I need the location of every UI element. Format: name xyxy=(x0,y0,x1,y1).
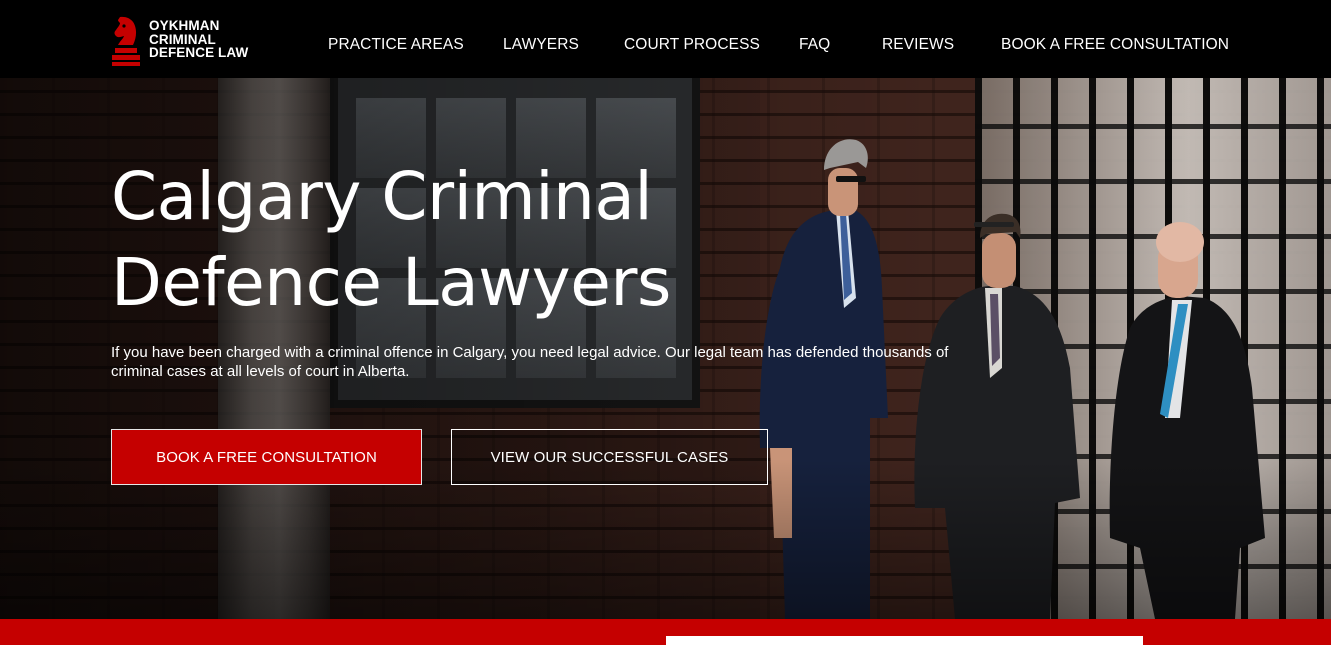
nav-lawyers[interactable]: LAWYERS xyxy=(503,36,579,54)
nav-reviews[interactable]: REVIEWS xyxy=(882,36,954,54)
main-nav: PRACTICE AREAS LAWYERS COURT PROCESS FAQ… xyxy=(0,0,1331,78)
hero-title: Calgary Criminal Defence Lawyers xyxy=(111,154,811,326)
book-consultation-button[interactable]: BOOK A FREE CONSULTATION xyxy=(111,429,422,485)
next-section-card xyxy=(666,636,1143,645)
nav-court-process[interactable]: COURT PROCESS xyxy=(624,36,760,54)
view-cases-button[interactable]: VIEW OUR SUCCESSFUL CASES xyxy=(451,429,768,485)
site-header: OYKHMAN CRIMINAL DEFENCE LAW PRACTICE AR… xyxy=(0,0,1331,78)
nav-practice-areas[interactable]: PRACTICE AREAS xyxy=(328,36,464,54)
nav-faq[interactable]: FAQ xyxy=(799,36,830,54)
hero-description: If you have been charged with a criminal… xyxy=(111,344,949,380)
hero-title-line: Defence Lawyers xyxy=(111,244,671,321)
nav-book-consultation[interactable]: BOOK A FREE CONSULTATION xyxy=(1001,36,1229,54)
hero-title-line: Calgary Criminal xyxy=(111,158,653,235)
